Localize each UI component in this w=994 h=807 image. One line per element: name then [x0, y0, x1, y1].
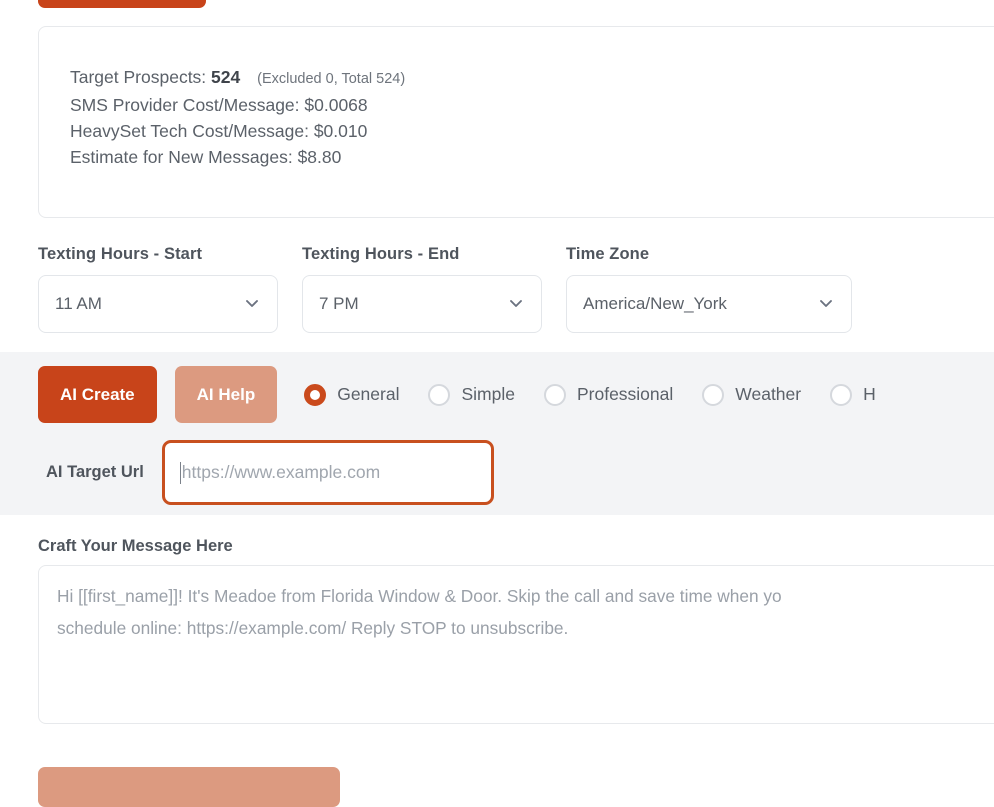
radio-icon — [428, 384, 450, 406]
ai-tone-option-weather[interactable]: Weather — [702, 384, 801, 406]
radio-icon — [544, 384, 566, 406]
time-zone-label: Time Zone — [566, 245, 852, 264]
summary-lines: Target Prospects: 524 (Excluded 0, Total… — [70, 64, 405, 170]
chevron-down-icon — [245, 296, 259, 310]
texting-hours-start-label: Texting Hours - Start — [38, 245, 278, 264]
ai-tone-option-general[interactable]: General — [304, 384, 399, 406]
craft-message-textarea[interactable]: Hi [[first_name]]! It's Meadoe from Flor… — [38, 565, 994, 724]
texting-hours-end-label: Texting Hours - End — [302, 245, 542, 264]
text-caret — [180, 462, 181, 484]
summary-line-target-prospects: Target Prospects: 524 (Excluded 0, Total… — [70, 64, 405, 92]
ai-tone-label-weather: Weather — [735, 384, 801, 405]
radio-icon — [304, 384, 326, 406]
ai-target-url-label: AI Target Url — [46, 463, 144, 482]
texting-hours-end-select[interactable]: 7 PM — [302, 275, 542, 333]
summary-line-heavyset-tech-cost: HeavySet Tech Cost/Message: $0.010 — [70, 118, 405, 144]
texting-hours-start-value: 11 AM — [55, 294, 102, 314]
ai-tools-band: AI Create AI Help General Simple Profess… — [0, 352, 994, 515]
ai-tone-label-professional: Professional — [577, 384, 673, 405]
radio-icon — [702, 384, 724, 406]
chevron-down-icon — [819, 296, 833, 310]
target-prospects-value: 524 — [211, 67, 240, 87]
prospect-summary-card: Target Prospects: 524 (Excluded 0, Total… — [38, 26, 994, 218]
ai-target-url-input[interactable]: https://www.example.com — [162, 440, 494, 505]
target-prospects-note: (Excluded 0, Total 524) — [257, 71, 405, 87]
field-time-zone: Time Zone America/New_York — [566, 245, 852, 333]
bottom-clipped-action-button[interactable] — [38, 767, 340, 807]
target-prospects-label: Target Prospects: — [70, 67, 206, 87]
ai-tone-option-truncated[interactable]: H — [830, 384, 876, 406]
summary-line-estimate: Estimate for New Messages: $8.80 — [70, 144, 405, 170]
ai-actions-row: AI Create AI Help General Simple Profess… — [38, 366, 876, 423]
ai-tone-option-simple[interactable]: Simple — [428, 384, 515, 406]
texting-hours-start-select[interactable]: 11 AM — [38, 275, 278, 333]
field-texting-hours-end: Texting Hours - End 7 PM — [302, 245, 542, 333]
ai-create-button[interactable]: AI Create — [38, 366, 157, 423]
texting-hours-end-value: 7 PM — [319, 294, 359, 314]
time-zone-select[interactable]: America/New_York — [566, 275, 852, 333]
top-clipped-action-button[interactable] — [38, 0, 206, 8]
ai-target-url-row: AI Target Url https://www.example.com — [46, 440, 494, 505]
schedule-fields-row: Texting Hours - Start 11 AM Texting Hour… — [38, 245, 852, 333]
field-texting-hours-start: Texting Hours - Start 11 AM — [38, 245, 278, 333]
ai-target-url-placeholder: https://www.example.com — [182, 462, 380, 483]
craft-message-label: Craft Your Message Here — [38, 537, 233, 556]
craft-message-line-1: Hi [[first_name]]! It's Meadoe from Flor… — [57, 580, 994, 612]
chevron-down-icon — [509, 296, 523, 310]
ai-tone-label-simple: Simple — [461, 384, 515, 405]
ai-tone-label-general: General — [337, 384, 399, 405]
radio-icon — [830, 384, 852, 406]
ai-help-button[interactable]: AI Help — [175, 366, 278, 423]
craft-message-line-2: schedule online: https://example.com/ Re… — [57, 612, 994, 644]
ai-tone-label-truncated: H — [863, 384, 876, 405]
ai-tone-option-professional[interactable]: Professional — [544, 384, 673, 406]
summary-line-sms-provider-cost: SMS Provider Cost/Message: $0.0068 — [70, 92, 405, 118]
ai-tone-radio-group: General Simple Professional Weather H — [304, 384, 876, 406]
time-zone-value: America/New_York — [583, 294, 727, 314]
